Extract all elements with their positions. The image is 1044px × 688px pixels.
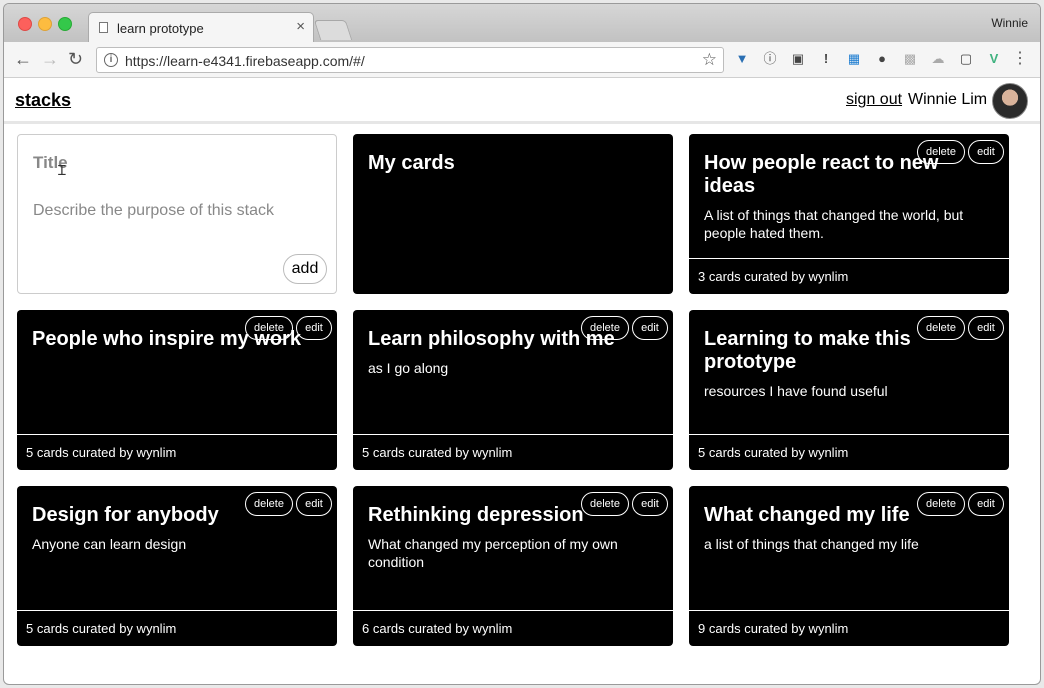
browser-toolbar: ← → ↻ i https://learn-e4341.firebaseapp.… [4,42,1040,78]
extension-vue-icon[interactable]: V [986,51,1002,67]
edit-button[interactable]: edit [968,492,1004,516]
stack-description: Anyone can learn design [32,536,187,552]
stack-title[interactable]: What changed my life [704,504,949,527]
reload-icon[interactable]: ↻ [68,48,83,70]
stack-title[interactable]: How people react to new ideas [704,152,969,198]
new-tab-button[interactable] [313,20,353,40]
text-cursor-icon: Ɪ [58,162,66,178]
user-name: Winnie Lim [908,91,988,108]
stack-title[interactable]: Learning to make this prototype [704,328,923,374]
stack-description: as I go along [368,360,449,376]
add-button[interactable]: add [283,254,327,284]
stack-card[interactable]: delete edit How people react to new idea… [689,134,1009,294]
window-maximize-button[interactable] [58,17,72,31]
stack-card[interactable]: delete edit Rethinking depression What c… [353,486,673,646]
stack-card[interactable]: delete edit Learn philosophy with me as … [353,310,673,470]
sign-out-link[interactable]: sign out [846,91,902,109]
browser-window: learn prototype × Winnie ← → ↻ i https:/… [4,4,1040,684]
extension-lock-icon[interactable]: ▢ [958,51,974,67]
stack-title[interactable]: Learn philosophy with me [368,328,665,351]
stack-card[interactable]: My cards [353,134,673,294]
url-text[interactable]: https://learn-e4341.firebaseapp.com/#/ [125,53,365,69]
tab-title: learn prototype [117,21,204,36]
extension-grid-icon[interactable]: ▩ [902,51,918,67]
bookmark-star-icon[interactable]: ☆ [702,50,717,70]
description-input[interactable]: Describe the purpose of this stack [33,202,274,220]
stack-description: A list of things that changed the world,… [704,207,964,241]
stack-footer: 5 cards curated by wynlim [689,434,1009,470]
delete-button[interactable]: delete [917,316,965,340]
info-icon[interactable]: i [104,53,118,67]
back-arrow-icon[interactable]: ← [14,48,32,70]
stack-card[interactable]: delete edit What changed my life a list … [689,486,1009,646]
extension-alert-icon[interactable]: ! [818,51,834,67]
stack-title[interactable]: Design for anybody [32,504,277,527]
window-minimize-button[interactable] [38,17,52,31]
stack-footer: 5 cards curated by wynlim [17,434,337,470]
edit-button[interactable]: edit [968,316,1004,340]
document-icon [99,22,108,33]
stack-footer: 5 cards curated by wynlim [353,434,673,470]
edit-button[interactable]: edit [968,140,1004,164]
tab-bar: learn prototype × Winnie [4,4,1040,42]
stack-title[interactable]: Rethinking depression [368,504,665,527]
brand-link[interactable]: stacks [15,90,71,111]
forward-arrow-icon[interactable]: → [41,48,59,70]
stack-card[interactable]: delete edit Design for anybody Anyone ca… [17,486,337,646]
stack-title[interactable]: People who inspire my work [32,328,329,351]
stack-description: a list of things that changed my life [704,536,919,552]
extension-v-icon[interactable]: ▼ [734,51,750,67]
tab-close-icon[interactable]: × [296,19,305,35]
stack-title[interactable]: My cards [368,152,613,175]
avatar[interactable] [992,83,1028,119]
stack-footer: 6 cards curated by wynlim [353,610,673,646]
stack-description: What changed my perception of my own con… [368,536,618,570]
stack-card[interactable]: delete edit People who inspire my work 5… [17,310,337,470]
browser-profile-name[interactable]: Winnie [991,16,1028,30]
stack-footer: 9 cards curated by wynlim [689,610,1009,646]
extension-info-icon[interactable]: ⓘ [762,51,778,67]
address-bar[interactable]: i https://learn-e4341.firebaseapp.com/#/… [96,47,724,73]
browser-tab[interactable]: learn prototype × [88,12,314,42]
app-header: stacks sign out Winnie Lim [4,78,1040,124]
window-close-button[interactable] [18,17,32,31]
stack-footer: 3 cards curated by wynlim [689,258,1009,294]
edit-button[interactable]: edit [296,492,332,516]
extension-trello-icon[interactable]: ▦ [846,51,862,67]
stack-description: resources I have found useful [704,383,888,399]
stack-card[interactable]: delete edit Learning to make this protot… [689,310,1009,470]
browser-menu-icon[interactable]: ⋮ [1012,50,1028,68]
extension-cloud-icon[interactable]: ☁ [930,51,946,67]
stack-footer: 5 cards curated by wynlim [17,610,337,646]
extension-drop-icon[interactable]: ● [874,51,890,67]
extension-square-icon[interactable]: ▣ [790,51,806,67]
new-stack-form: Title Ɪ Describe the purpose of this sta… [17,134,337,294]
